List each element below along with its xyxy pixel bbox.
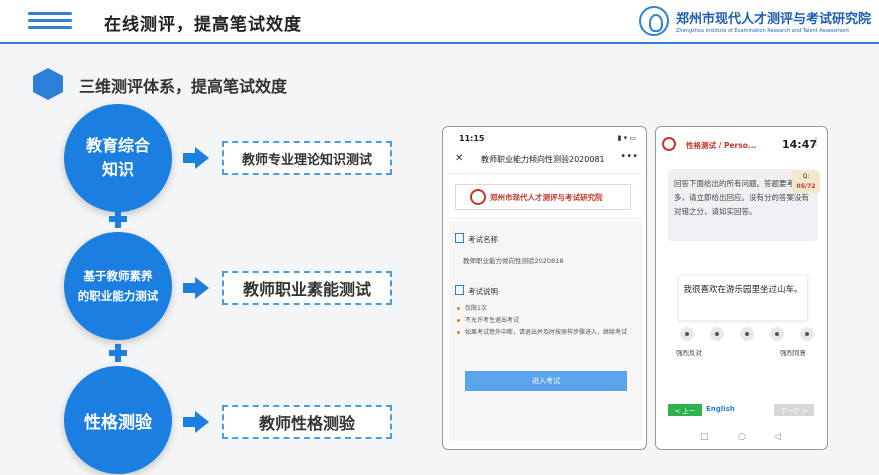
home-icon[interactable]: ○ <box>738 432 746 442</box>
exam-notes-list: 仅限1次 不允许考生退出考试 如果考试意外中断，请退出并及时按原样步骤进入，继续… <box>457 303 627 339</box>
next-button[interactable]: 下一个 > <box>774 404 814 416</box>
likert-option[interactable] <box>740 327 754 341</box>
circle-label-line1: 性格测验 <box>84 412 152 433</box>
circle-label-line2: 知识 <box>101 160 134 179</box>
question-counter-badge: Q: 05/72 <box>792 171 820 193</box>
banner-name: 郑州市现代人才测评与考试研究院 <box>490 192 603 202</box>
arrow-right-icon <box>183 277 209 299</box>
counter-label: Q: <box>802 173 810 180</box>
back-icon[interactable]: ◁ <box>774 432 781 442</box>
plus-icon <box>109 344 127 362</box>
test-title: 性格测试 / Perso... <box>686 141 757 150</box>
header-bar: 在线测评，提高笔试效度 郑州市现代人才测评与考试研究院 Zhengzhou In… <box>0 0 879 44</box>
list-item: 不允许考生退出考试 <box>457 315 627 327</box>
org-name-en: Zhengzhou Institute of Examination Resea… <box>676 28 850 34</box>
likert-option[interactable] <box>800 327 814 341</box>
circle-label-line1: 教育综合 <box>85 136 150 155</box>
section-title: 三维测评体系，提高笔试效度 <box>79 77 288 96</box>
close-icon[interactable]: ✕ <box>455 153 463 164</box>
circle-professional-ability: 基于教师素养 的职业能力测试 <box>64 232 172 340</box>
institute-logo-icon <box>639 6 669 36</box>
circle-label-line1: 基于教师素养 <box>83 269 153 283</box>
arrow-right-icon <box>183 411 209 433</box>
test-box-personality: 教师性格测验 <box>222 405 392 439</box>
status-icons: ▮ ▾ ▭ <box>617 134 636 142</box>
test-box-ability: 教师职业素能测试 <box>222 271 392 305</box>
recent-apps-icon[interactable]: □ <box>700 432 709 442</box>
plus-icon <box>109 210 127 228</box>
test-box-theory: 教师专业理论知识测试 <box>222 141 392 175</box>
likert-option[interactable] <box>770 327 784 341</box>
counter-value: 05/72 <box>796 183 816 190</box>
enter-exam-button[interactable]: 进入考试 <box>465 371 627 391</box>
circle-label-line2: 的职业能力测试 <box>77 289 159 303</box>
circle-personality-test: 性格测验 <box>64 366 172 474</box>
app-logo-icon <box>662 137 676 151</box>
org-name-cn: 郑州市现代人才测评与考试研究院 <box>676 12 872 27</box>
scale-left-label: 强烈反对 <box>676 349 702 357</box>
likert-option[interactable] <box>710 327 724 341</box>
institute-seal-icon <box>470 189 486 205</box>
list-item: 仅限1次 <box>457 303 627 315</box>
header-decoration <box>28 12 72 32</box>
phone-page-title: 教师职业能力倾向性测验2020081 <box>481 155 605 164</box>
status-time: 11:15 <box>459 134 485 143</box>
language-toggle[interactable]: English <box>706 405 735 413</box>
statement-card: 我很喜欢在游乐园里坐过山车。 <box>678 275 808 321</box>
arrow-right-icon <box>183 147 209 169</box>
scale-right-label: 强烈同意 <box>780 349 806 357</box>
exam-name-value: 教师职业能力倾向性测验2020818 <box>463 257 564 265</box>
more-icon[interactable]: ••• <box>620 151 638 162</box>
prev-button[interactable]: < 上一 <box>668 404 702 416</box>
phone-personality-test: 性格测试 / Perso... 14:47 ⋮ 回答下面给出的所有问题。答题要考… <box>655 126 828 450</box>
likert-option[interactable] <box>680 327 694 341</box>
phone-exam-entry: 11:15 ▮ ▾ ▭ ✕ 教师职业能力倾向性测验2020081 ••• 郑州市… <box>442 126 647 450</box>
android-nav-bar: □ ○ ◁ <box>656 427 827 449</box>
list-item: 如果考试意外中断，请退出并及时按原样步骤进入，继续考试 <box>457 327 627 339</box>
page-title: 在线测评，提高笔试效度 <box>104 15 302 35</box>
hexagon-icon <box>33 68 63 100</box>
likert-scale <box>680 327 814 341</box>
more-icon[interactable]: ⋮ <box>811 137 821 148</box>
institute-banner: 郑州市现代人才测评与考试研究院 <box>449 173 642 219</box>
circle-education-knowledge: 教育综合 知识 <box>64 104 172 212</box>
exam-name-label: 考试名称 <box>455 233 498 245</box>
exam-desc-label: 考试说明 <box>455 285 498 297</box>
